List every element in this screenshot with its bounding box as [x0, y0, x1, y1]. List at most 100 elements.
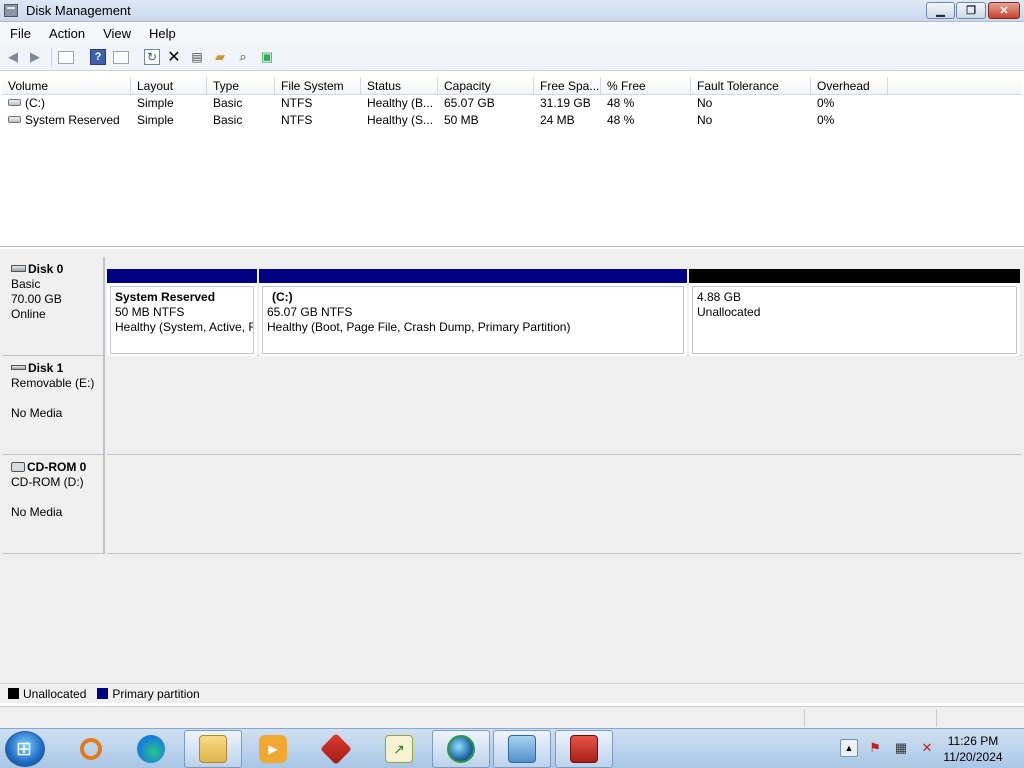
fault-tolerance-cell: No — [697, 96, 713, 110]
control-panel-icon[interactable] — [493, 730, 551, 768]
disk-spacer — [11, 490, 103, 505]
disk-label-cdrom-0[interactable]: CD-ROM 0 CD-ROM (D:) No Media — [2, 455, 105, 554]
file-explorer-icon[interactable] — [184, 730, 242, 768]
partition-size: 4.88 GB — [697, 290, 742, 304]
disk-graphical-view: Disk 0 Basic 70.00 GB Online System Rese… — [0, 249, 1024, 683]
window-title: Disk Management — [26, 3, 131, 18]
legend-unallocated: Unallocated — [23, 686, 87, 701]
legend: Unallocated Primary partition — [0, 683, 1024, 703]
column-header-layout[interactable]: Layout — [131, 77, 207, 95]
disk-row-cdrom-0: CD-ROM 0 CD-ROM (D:) No Media — [2, 455, 1022, 554]
partition-body: System Reserved 50 MB NTFS Healthy (Syst… — [110, 286, 254, 354]
wizard-icon[interactable]: ▣ — [259, 49, 275, 65]
column-header-volume[interactable]: Volume — [2, 77, 131, 95]
toolbar: ◀ ▶ ? ↻ ✕ ▤ ▰ ⌕ ▣ — [0, 44, 1024, 71]
action-center-flag-icon[interactable]: ⚑ — [866, 739, 884, 757]
table-row[interactable]: (C:) Simple Basic NTFS Healthy (B... 65.… — [2, 95, 1022, 112]
edge-browser-icon[interactable] — [122, 730, 180, 768]
forward-arrow-icon[interactable]: ▶ — [27, 49, 43, 65]
disk-spacer — [11, 391, 103, 406]
partition-status: Healthy (System, Active, F — [115, 320, 254, 334]
taskbar: ▶ ↗ ▲ ⚑ ▦ ✕ 11:26 PM 11/20/2024 — [0, 728, 1024, 768]
disk-type: Basic — [11, 277, 41, 291]
menu-view[interactable]: View — [93, 26, 139, 41]
disk-label-disk-1[interactable]: Disk 1 Removable (E:) No Media — [2, 356, 105, 455]
column-header-free-space[interactable]: Free Spa... — [534, 77, 601, 95]
partition-body: 4.88 GB Unallocated — [692, 286, 1017, 354]
disk-empty-area — [107, 455, 1022, 554]
red-app-icon[interactable] — [307, 730, 365, 768]
back-arrow-icon[interactable]: ◀ — [5, 49, 21, 65]
hard-disk-icon — [11, 265, 26, 273]
column-header-status[interactable]: Status — [361, 77, 438, 95]
menu-bar: File Action View Help — [0, 23, 1024, 44]
column-header-capacity[interactable]: Capacity — [438, 77, 534, 95]
refresh-icon[interactable]: ↻ — [144, 49, 160, 65]
percent-free-cell: 48 % — [607, 96, 635, 110]
column-header-percent-free[interactable]: % Free — [601, 77, 691, 95]
disk-label-disk-0[interactable]: Disk 0 Basic 70.00 GB Online — [2, 257, 105, 356]
column-header-file-system[interactable]: File System — [275, 77, 361, 95]
capacity-cell: 65.07 GB — [444, 96, 495, 110]
type-cell: Basic — [213, 113, 243, 127]
maximize-button[interactable]: ❐ — [956, 2, 986, 19]
clock[interactable]: 11:26 PM 11/20/2024 — [936, 733, 1010, 765]
layout-cell: Simple — [137, 113, 174, 127]
toolbox-icon[interactable] — [555, 730, 613, 768]
type-cell: Basic — [213, 96, 243, 110]
unallocated-swatch — [8, 688, 19, 699]
legend-primary-partition: Primary partition — [112, 686, 200, 701]
search-magnifier-icon[interactable] — [62, 730, 120, 768]
free-space-cell: 31.19 GB — [540, 96, 591, 110]
globe-app-icon[interactable] — [432, 730, 490, 768]
explore-icon[interactable]: ⌕ — [235, 49, 251, 65]
minimize-button[interactable]: ▁ — [926, 2, 955, 19]
properties-icon[interactable]: ▤ — [189, 49, 205, 65]
partition-unallocated[interactable]: 4.88 GB Unallocated — [689, 269, 1020, 356]
removable-disk-icon — [11, 365, 26, 371]
partition-system-reserved[interactable]: System Reserved 50 MB NTFS Healthy (Syst… — [107, 269, 257, 356]
capacity-cell: 50 MB — [444, 113, 479, 127]
network-icon[interactable]: ▦ — [892, 739, 910, 757]
partition-name: System Reserved — [115, 290, 216, 304]
disk-management-icon — [4, 4, 18, 17]
volume-name: (C:) — [25, 96, 45, 110]
close-button[interactable]: ✕ — [988, 2, 1020, 19]
show-hide-tree-icon[interactable] — [58, 51, 74, 64]
menu-help[interactable]: Help — [139, 26, 184, 41]
clock-time: 11:26 PM — [947, 734, 999, 748]
console-tree-icon[interactable] — [113, 51, 129, 64]
overhead-cell: 0% — [817, 113, 835, 127]
start-button[interactable] — [5, 731, 45, 767]
overhead-cell: 0% — [817, 96, 835, 110]
unallocated-bar — [689, 269, 1020, 283]
system-tray: ▲ ⚑ ▦ ✕ — [840, 739, 936, 757]
column-header-fault-tolerance[interactable]: Fault Tolerance — [691, 77, 811, 95]
menu-action[interactable]: Action — [39, 26, 93, 41]
column-header-type[interactable]: Type — [207, 77, 275, 95]
fault-tolerance-cell: No — [697, 113, 713, 127]
layout-cell: Simple — [137, 96, 174, 110]
show-hidden-icons-chevron-icon[interactable]: ▲ — [840, 739, 858, 757]
volume-muted-icon[interactable]: ✕ — [918, 739, 936, 757]
partition-c-drive[interactable]: (C:) 65.07 GB NTFS Healthy (Boot, Page F… — [259, 269, 687, 356]
drive-icon — [8, 116, 21, 124]
volume-list: Volume Layout Type File System Status Ca… — [0, 75, 1024, 247]
help-icon[interactable]: ? — [90, 49, 106, 65]
disk-row-disk-1: Disk 1 Removable (E:) No Media — [2, 356, 1022, 455]
status-divider — [936, 709, 937, 727]
status-cell: Healthy (S... — [367, 113, 434, 127]
open-folder-icon[interactable]: ▰ — [212, 49, 228, 65]
table-row[interactable]: System Reserved Simple Basic NTFS Health… — [2, 112, 1022, 129]
notepad-chart-icon[interactable]: ↗ — [370, 730, 428, 768]
volume-cell: (C:) — [2, 95, 131, 112]
media-player-icon[interactable]: ▶ — [244, 730, 302, 768]
partition-size: 50 MB NTFS — [115, 305, 185, 319]
toolbar-divider — [51, 48, 52, 66]
file-system-cell: NTFS — [281, 113, 313, 127]
partition-body: (C:) 65.07 GB NTFS Healthy (Boot, Page F… — [262, 286, 684, 354]
delete-icon[interactable]: ✕ — [166, 49, 182, 66]
disk-size: 70.00 GB — [11, 292, 62, 306]
menu-file[interactable]: File — [0, 26, 39, 41]
column-header-overhead[interactable]: Overhead — [811, 77, 888, 95]
